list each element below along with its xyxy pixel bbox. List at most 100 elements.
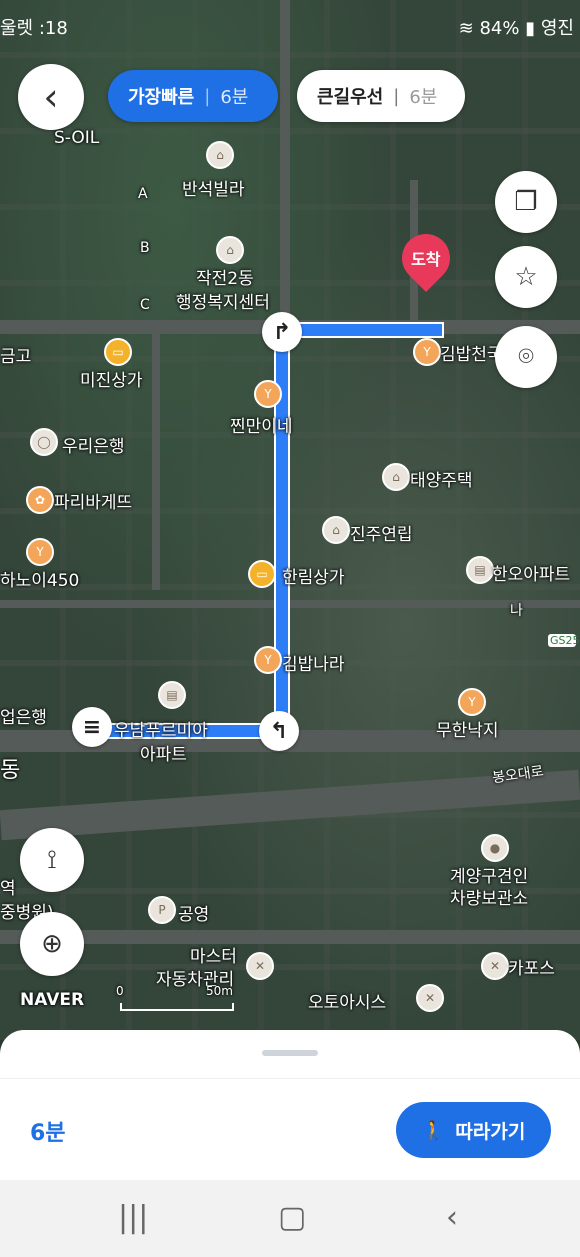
location-pin-button[interactable]: ⌾ [495,326,557,388]
crosshair-icon: ⊕ [41,929,63,959]
label-taeyang: 태양주택 [410,471,473,491]
current-location-button[interactable]: ⊕ [20,912,84,976]
poi-unam-icon: ▤ [158,681,186,709]
walking-person-icon: 🚶 [421,1119,446,1142]
label-jakjeon: 작전2동 [196,269,254,289]
poi-jinju-icon: ⌂ [322,516,350,544]
label-gyeyang2: 차량보관소 [450,889,529,909]
scale-50: 50m [206,984,233,998]
battery-percent: 84% [479,18,520,39]
poi-gimbap-nara-icon: Y [254,646,282,674]
poi-admin-icon: ⌂ [216,236,244,264]
status-bar: 울렛 :18 ≋ 84% ▮ 영진 [0,0,580,40]
label-hanoi: 하노이450 [0,571,80,591]
tab-separator: | [393,85,400,107]
label-gongyeong: 공영 [178,905,210,925]
label-hanoa: 한오아파트 [492,565,571,585]
eta-time: 6분 [30,1121,66,1146]
tab-fastest-route[interactable]: 가장빠른 | 6분 [108,70,278,122]
tab-main-road-time: 6분 [409,87,438,108]
poi-kapos-icon: ✕ [481,952,509,980]
scale-bar [120,1003,234,1011]
poi-paris-icon: ✿ [26,486,54,514]
poi-banseok-icon: ⌂ [206,141,234,169]
chevron-left-icon: ‹ [43,75,59,119]
map-view[interactable]: ↱ ↰ ≡ 도착 ⌂ ⌂ ▭ Y Y ◯ ✿ Y ⌂ ⌂ ▭ ▤ Y ▤ Y ●… [0,0,580,1040]
label-gimbap-top: 김밥천국 [440,345,503,365]
label-master1: 마스터 [190,947,237,967]
label-woori: 우리은행 [62,437,125,457]
poi-hallim-icon: ▭ [248,560,276,588]
label-paris: 파리바게뜨 [54,493,133,513]
status-right-text: 영진 [540,18,574,39]
route-icon: ⟟ [47,844,57,875]
poi-taeyang-icon: ⌂ [382,463,410,491]
sheet-divider [0,1078,580,1079]
sheet-drag-handle[interactable] [262,1050,318,1056]
tab-main-road-label: 큰길우선 [317,87,384,108]
status-right: ≋ 84% ▮ 영진 [459,14,574,40]
poi-gimbap-top-icon: Y [413,338,441,366]
tab-fastest-time: 6분 [220,87,249,108]
label-upbank: 업은행 [0,708,47,728]
label-muhan: 무한낙지 [436,721,499,741]
system-nav-bar: ||| ▢ ‹ [0,1180,580,1257]
label-gs25: GS25 [548,634,580,647]
label-mijin: 미진상가 [80,371,143,391]
route-top [280,322,444,338]
bottom-sheet[interactable]: 6분 🚶 따라가기 [0,1030,580,1180]
recent-apps-icon[interactable]: ||| [118,1200,148,1235]
poi-jjinmani-icon: Y [254,380,282,408]
label-gimbap-nara: 김밥나라 [282,655,345,675]
label-letter-c: C [140,297,150,313]
label-soil: S-OIL [54,128,100,148]
label-hallim: 한림상가 [282,568,345,588]
label-jjinmani: 찐만이네 [230,417,293,437]
scale-zero: 0 [116,984,124,998]
turn-left-marker: ↰ [259,711,299,751]
follow-button[interactable]: 🚶 따라가기 [396,1102,551,1158]
naver-logo: NAVER [20,990,85,1010]
label-yeok: 역 [0,879,16,899]
favorite-button[interactable]: ☆ [495,246,557,308]
back-nav-icon[interactable]: ‹ [446,1200,458,1235]
tab-main-road-route[interactable]: 큰길우선 | 6분 [297,70,465,122]
label-letter-a: A [138,186,148,202]
start-marker: ≡ [72,707,112,747]
label-banseok: 반석빌라 [182,180,245,200]
label-admin-center: 행정복지센터 [176,293,270,313]
poi-oto-icon: ✕ [416,984,444,1012]
label-unam: 우남푸르미아 [114,721,208,741]
tab-fastest-label: 가장빠른 [128,87,195,108]
poi-master-icon: ✕ [246,952,274,980]
poi-mijin-icon: ▭ [104,338,132,366]
map-pin-icon: ⌾ [518,341,534,372]
layers-button[interactable]: ❐ [495,171,557,233]
wifi-icon: ≋ [458,18,474,39]
tab-separator: | [204,85,211,107]
label-letter-na: 나 [510,603,523,619]
label-geumgo: 금고 [0,347,32,367]
poi-muhan-icon: Y [458,688,486,716]
turn-right-marker: ↱ [262,312,302,352]
home-icon[interactable]: ▢ [278,1200,306,1235]
label-oto: 오토아시스 [308,993,387,1013]
poi-gyeyang-icon: ● [481,834,509,862]
layers-icon: ❐ [514,187,538,217]
follow-label: 따라가기 [455,1120,526,1143]
poi-parking-icon: P [148,896,176,924]
label-jinju: 진주연립 [350,525,413,545]
battery-icon: ▮ [525,18,536,39]
label-kapos: 카포스 [508,959,555,979]
route-options-button[interactable]: ⟟ [20,828,84,892]
back-button[interactable]: ‹ [18,64,84,130]
poi-hanoi-icon: Y [26,538,54,566]
poi-woori-icon: ◯ [30,428,58,456]
label-apt: 아파트 [140,745,187,765]
poi-hanoa-icon: ▤ [466,556,494,584]
label-dong: 동 [0,758,21,783]
label-letter-b: B [140,240,150,256]
star-icon: ☆ [514,262,538,292]
destination-marker[interactable]: 도착 [392,224,460,292]
status-left-text: 울렛 :18 [0,18,68,39]
